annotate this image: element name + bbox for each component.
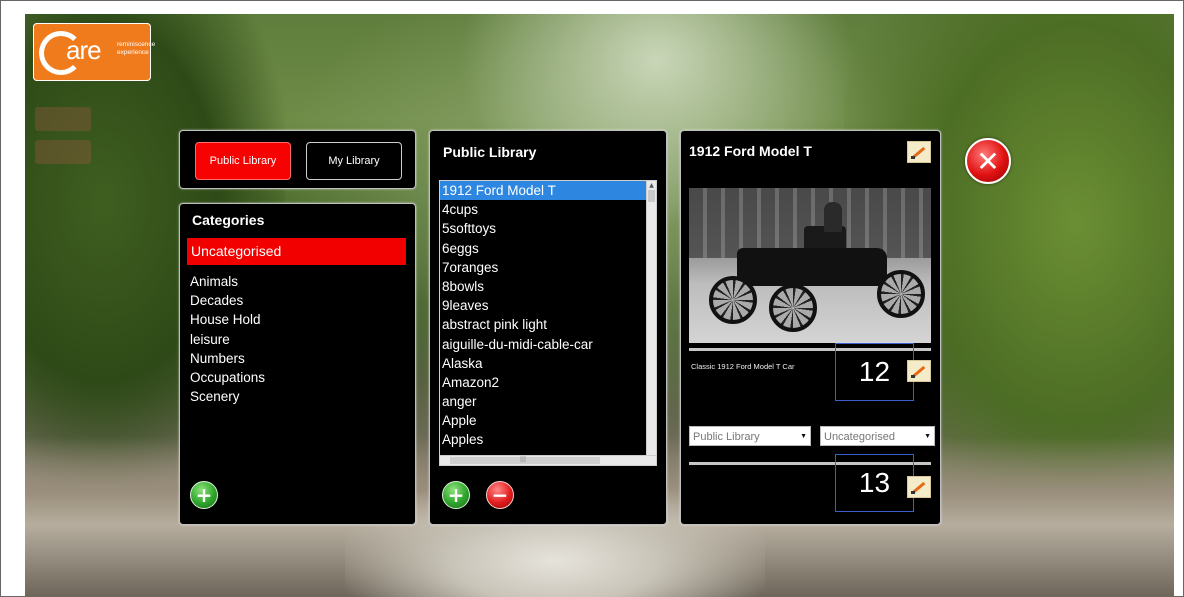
categories-panel: Categories Uncategorised Animals Decades… <box>179 203 416 525</box>
tags-number-box: 13 <box>835 454 914 512</box>
photo-wheel-rear <box>877 270 925 318</box>
close-x-icon: ✕ <box>976 144 1000 178</box>
category-item[interactable]: Animals <box>190 272 265 291</box>
library-list-title: Public Library <box>443 144 537 160</box>
media-photo <box>689 188 931 343</box>
pencil-tip <box>911 375 915 378</box>
categories-title: Categories <box>192 212 265 228</box>
logo-tagline-line2: experience <box>117 49 149 56</box>
list-item[interactable]: anger <box>440 392 646 411</box>
list-item[interactable]: 7oranges <box>440 258 646 277</box>
category-select-value: Uncategorised <box>824 431 895 443</box>
list-item[interactable]: aiguille-du-midi-cable-car <box>440 335 646 354</box>
dropdown-arrow-icon: ▼ <box>800 433 807 440</box>
public-library-button[interactable]: Public Library <box>195 142 291 180</box>
photo-wheel-front <box>709 276 757 324</box>
logo-tagline-line1: reminiscence <box>117 41 156 48</box>
library-select-value: Public Library <box>693 431 760 443</box>
category-list: Animals Decades House Hold leisure Numbe… <box>190 272 265 406</box>
list-item[interactable]: Apple <box>440 411 646 430</box>
list-item[interactable]: 6eggs <box>440 239 646 258</box>
category-select[interactable]: Uncategorised ▼ <box>820 426 935 446</box>
category-item[interactable]: leisure <box>190 330 265 349</box>
media-title: 1912 Ford Model T <box>689 143 812 159</box>
photo-wheel-mid <box>769 284 817 332</box>
library-list-panel: Public Library 1912 Ford Model T 4cups 5… <box>429 130 667 525</box>
media-caption: Classic 1912 Ford Model T Car <box>691 362 795 371</box>
minus-icon: − <box>491 483 509 507</box>
list-item-selected[interactable]: 1912 Ford Model T <box>440 181 646 201</box>
care-logo: are reminiscence experience <box>33 23 155 81</box>
my-library-button[interactable]: My Library <box>306 142 402 180</box>
plus-icon: + <box>195 483 213 507</box>
media-detail-panel: 1912 Ford Model T Classic 1912 Ford Mode… <box>680 130 941 525</box>
edit-caption-button[interactable] <box>907 360 931 382</box>
category-selected-uncategorised[interactable]: Uncategorised <box>187 238 406 265</box>
library-select[interactable]: Public Library ▼ <box>689 426 811 446</box>
dropdown-arrow-icon: ▼ <box>924 433 931 440</box>
photo-driver <box>824 202 842 232</box>
vertical-scroll-thumb[interactable] <box>648 190 655 202</box>
category-item[interactable]: House Hold <box>190 310 265 329</box>
library-toggle-panel: Public Library My Library <box>179 130 416 189</box>
close-button[interactable]: ✕ <box>965 138 1011 184</box>
logo-tagline: reminiscence experience <box>117 41 155 57</box>
scroll-grip-icon: ||| <box>520 456 527 463</box>
add-category-button[interactable]: + <box>190 481 218 509</box>
category-item[interactable]: Occupations <box>190 368 265 387</box>
faded-nav-icon-1[interactable] <box>35 107 91 131</box>
category-item[interactable]: Decades <box>190 291 265 310</box>
edit-tags-button[interactable] <box>907 476 931 498</box>
logo-word: are <box>66 35 102 65</box>
edit-title-button[interactable] <box>907 141 931 163</box>
list-item[interactable]: 8bowls <box>440 277 646 296</box>
category-item[interactable]: Numbers <box>190 349 265 368</box>
remove-media-button[interactable]: − <box>486 481 514 509</box>
media-listbox[interactable]: 1912 Ford Model T 4cups 5softtoys 6eggs … <box>439 180 657 466</box>
faded-nav-icon-2[interactable] <box>35 140 91 164</box>
media-list: 1912 Ford Model T 4cups 5softtoys 6eggs … <box>440 181 646 450</box>
vertical-scrollbar[interactable]: ▲ <box>646 181 656 455</box>
category-item[interactable]: Scenery <box>190 387 265 406</box>
list-item[interactable]: Amazon2 <box>440 373 646 392</box>
pencil-tip <box>911 491 915 494</box>
list-item[interactable]: 5softtoys <box>440 219 646 238</box>
list-item[interactable]: 4cups <box>440 200 646 219</box>
photo-car-body <box>737 248 887 286</box>
add-media-button[interactable]: + <box>442 481 470 509</box>
scroll-up-icon[interactable]: ▲ <box>647 181 656 190</box>
pencil-tip <box>911 156 915 159</box>
list-item[interactable]: abstract pink light <box>440 315 646 334</box>
horizontal-scrollbar[interactable]: ||| <box>440 455 656 465</box>
list-item[interactable]: Alaska <box>440 354 646 373</box>
list-item[interactable]: 9leaves <box>440 296 646 315</box>
caption-number-box: 12 <box>835 343 914 401</box>
plus-icon: + <box>447 483 465 507</box>
list-item[interactable]: Apples <box>440 430 646 449</box>
